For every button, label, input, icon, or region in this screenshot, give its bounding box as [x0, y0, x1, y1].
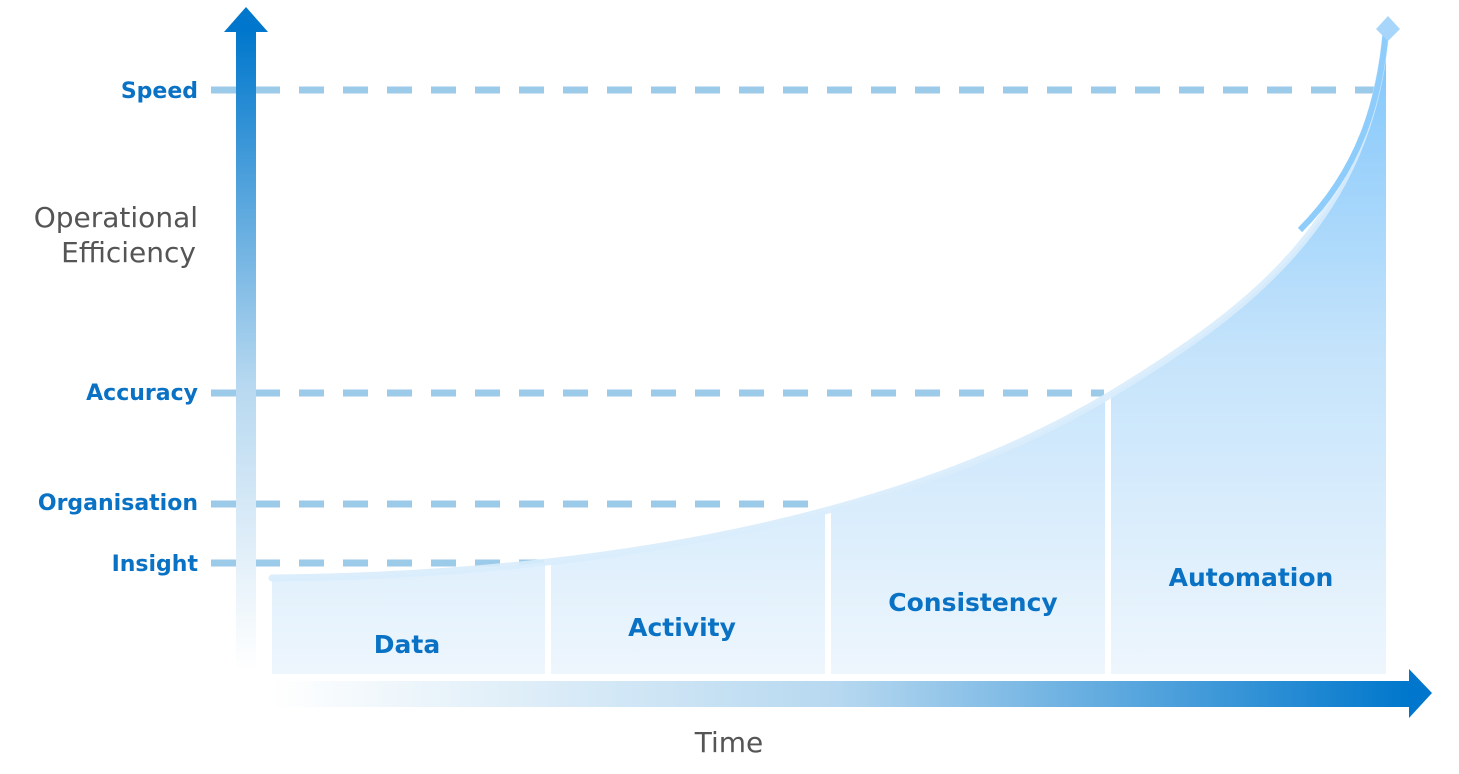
- y-axis-arrow: [224, 7, 268, 670]
- curve-diamond-tip-icon: [1376, 16, 1400, 41]
- x-axis-arrow: [270, 669, 1432, 718]
- level-label-accuracy: Accuracy: [86, 381, 198, 406]
- x-axis-title: Time: [694, 726, 764, 759]
- stage-divider: [825, 30, 831, 674]
- stage-label-data: Data: [374, 630, 440, 659]
- stage-label-consistency: Consistency: [888, 588, 1057, 617]
- operational-efficiency-diagram: Speed Accuracy Organisation Insight Oper…: [34, 7, 1432, 759]
- level-label-organisation: Organisation: [38, 491, 198, 516]
- stage-label-activity: Activity: [628, 613, 736, 642]
- stage-label-automation: Automation: [1169, 563, 1334, 592]
- stage-divider: [545, 30, 551, 674]
- level-label-insight: Insight: [112, 552, 199, 577]
- y-axis-title-line1: Operational: [34, 201, 198, 234]
- y-axis-title-line2: Efficiency: [61, 236, 196, 269]
- level-label-speed: Speed: [121, 79, 198, 104]
- stage-divider: [1105, 30, 1111, 674]
